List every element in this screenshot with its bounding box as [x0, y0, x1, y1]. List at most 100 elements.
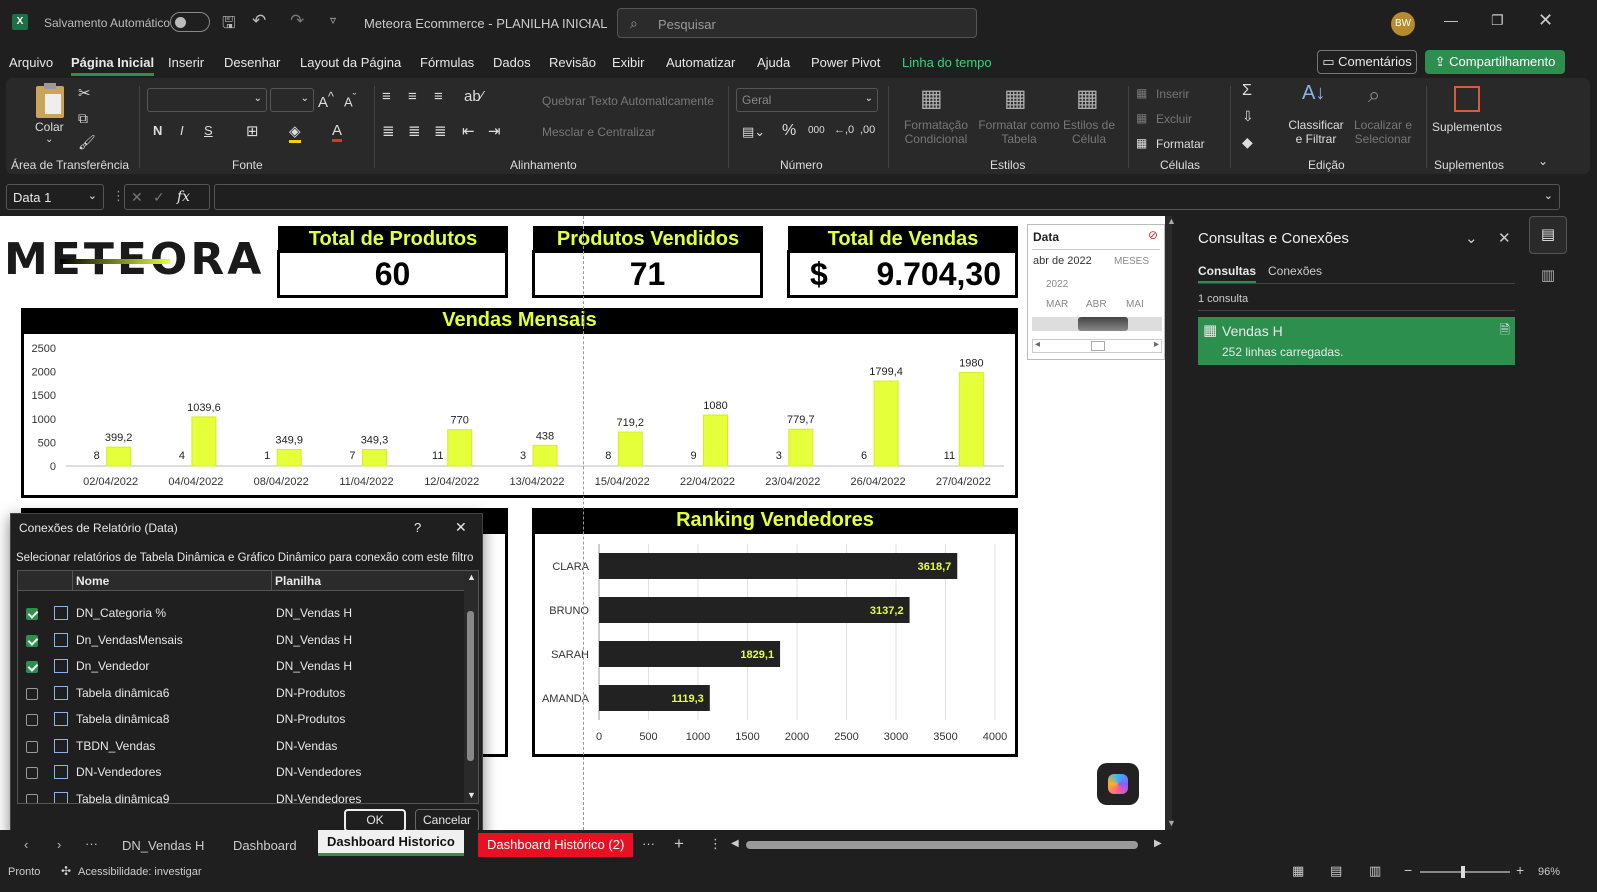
hscroll-left-icon[interactable]: ◀	[731, 838, 739, 849]
format-cells-button[interactable]: Formatar	[1156, 137, 1205, 151]
list-item[interactable]: Tabela dinâmica8 DN-Produtos	[18, 707, 460, 733]
tab-conexoes[interactable]: Conexões	[1268, 264, 1322, 278]
scroll-right-icon[interactable]: ▸	[1154, 339, 1159, 350]
paste-label[interactable]: Colar	[35, 120, 64, 134]
sheet-tab-dashboard-historico[interactable]: Dashboard Historico	[318, 830, 464, 856]
ranking-vendedores-chart[interactable]: 0 500 1000 1500 2000 2500 3000 3500 4000 3618,7 CL…	[532, 531, 1018, 757]
dialog-help-button[interactable]: ?	[414, 520, 421, 535]
dialog-close-icon[interactable]: ✕	[455, 519, 467, 536]
orientation-icon[interactable]: ab⁄	[464, 88, 483, 105]
menu-automatizar[interactable]: Automatizar	[666, 55, 735, 70]
row-checkbox[interactable]	[26, 714, 38, 726]
vertical-scrollbar[interactable]	[1165, 216, 1172, 830]
percent-icon[interactable]: %	[782, 122, 796, 140]
row-checkbox[interactable]	[26, 793, 38, 803]
list-item[interactable]: DN_Categoria % DN_Vendas H	[18, 601, 460, 627]
cancel-icon[interactable]: ✕	[131, 189, 143, 206]
row-checkbox[interactable]	[26, 661, 38, 673]
cell-styles-icon[interactable]: ▦	[1076, 84, 1099, 113]
slicer-month-mar[interactable]: MAR	[1046, 299, 1068, 310]
col-sheet-header[interactable]: Planilha	[275, 574, 321, 588]
menu-dados[interactable]: Dados	[493, 55, 531, 70]
accounting-icon[interactable]: ▤⌄	[742, 124, 765, 140]
format-table-button[interactable]: Formatar como Tabela	[976, 118, 1062, 146]
sort-filter-icon[interactable]: A↓	[1302, 82, 1325, 105]
list-item[interactable]: Tabela dinâmica9 DN-Vendedores	[18, 787, 460, 803]
comments-button[interactable]: ▭ Comentários	[1317, 50, 1417, 74]
paste-chevron-icon[interactable]: ⌄	[45, 134, 53, 145]
format-painter-icon[interactable]: 🖌	[78, 134, 96, 151]
document-title[interactable]: Meteora Ecommerce - PLANILHA INICIAL	[364, 16, 607, 31]
scroll-down-icon[interactable]: ▼	[467, 790, 476, 800]
fill-color-icon[interactable]: ◈	[289, 122, 301, 143]
align-left-icon[interactable]: ≣	[382, 122, 395, 140]
conditional-format-button[interactable]: Formatação Condicional	[896, 118, 976, 146]
font-size-select[interactable]: ⌄	[270, 88, 314, 112]
accessibility-icon[interactable]: ✣	[61, 864, 71, 878]
copy-icon[interactable]: ⧉	[78, 110, 88, 127]
hscroll-right-icon[interactable]: ▶	[1154, 838, 1162, 849]
sheet-tab-dn-vendas-h[interactable]: DN_Vendas H	[122, 838, 204, 853]
thousands-icon[interactable]: 000	[808, 125, 825, 136]
share-button[interactable]: ⇪ Compartilhamento	[1425, 50, 1565, 74]
add-sheet-icon[interactable]: +	[674, 834, 684, 854]
decrease-indent-icon[interactable]: ⇤	[462, 122, 475, 140]
zoom-slider[interactable]	[1420, 866, 1510, 878]
formula-input[interactable]: ⌄	[214, 184, 1560, 210]
font-name-select[interactable]: ⌄	[147, 88, 267, 112]
sheet-tab-dashboard[interactable]: Dashboard	[233, 838, 297, 853]
slicer-month-mai[interactable]: MAI	[1126, 299, 1144, 310]
minimize-icon[interactable]: —	[1444, 12, 1458, 28]
underline-icon[interactable]: S	[204, 123, 213, 138]
clear-icon[interactable]: ◆	[1242, 134, 1253, 151]
scroll-down-icon[interactable]: ▼	[1167, 818, 1176, 828]
font-color-icon[interactable]: A	[332, 122, 343, 142]
menu-arquivo[interactable]: Arquivo	[9, 55, 53, 70]
tab-prev-icon[interactable]: ‹	[24, 837, 28, 852]
find-select-icon[interactable]: ⌕	[1368, 82, 1380, 108]
find-select-button[interactable]: Localizar e Selecionar	[1348, 118, 1418, 146]
tab-overflow-icon[interactable]: ···	[642, 836, 655, 851]
ok-button[interactable]: OK	[344, 809, 406, 832]
menu-pagina-inicial[interactable]: Página Inicial	[71, 55, 155, 76]
conditional-format-icon[interactable]: ▦	[920, 84, 943, 113]
menu-power-pivot[interactable]: Power Pivot	[811, 55, 880, 70]
menu-ajuda[interactable]: Ajuda	[757, 55, 790, 70]
connections-list[interactable]: Nome Planilha DN_Categoria % DN_Vendas HD…	[17, 570, 479, 804]
row-checkbox[interactable]	[26, 608, 38, 620]
tab-more-icon[interactable]: ···	[85, 836, 98, 851]
panel-collapse-icon[interactable]: ⌄	[1465, 229, 1478, 247]
page-break-view-icon[interactable]: ▥	[1369, 863, 1381, 879]
format-cells-icon[interactable]: ▦	[1136, 136, 1147, 150]
bold-icon[interactable]: N	[153, 123, 162, 138]
delete-cells-button[interactable]: Excluir	[1156, 112, 1192, 126]
align-right-icon[interactable]: ≣	[434, 122, 447, 140]
menu-formulas[interactable]: Fórmulas	[420, 55, 474, 70]
redo-icon[interactable]: ↷	[290, 11, 304, 31]
clear-filter-icon[interactable]: ⊘	[1148, 228, 1158, 242]
menu-desenhar[interactable]: Desenhar	[224, 55, 280, 70]
save-icon[interactable]: 🖫	[222, 12, 236, 39]
autosave-toggle[interactable]	[170, 12, 210, 32]
addins-button[interactable]: Suplementos	[1432, 120, 1502, 134]
cancel-button[interactable]: Cancelar	[415, 809, 479, 832]
list-item[interactable]: Dn_Vendedor DN_Vendas H	[18, 654, 460, 680]
date-timeline-slicer[interactable]: Data ⊘ abr de 2022 MESES 2022 MAR ABR MA…	[1027, 224, 1165, 360]
menu-exibir[interactable]: Exibir	[612, 55, 645, 70]
slicer-month-abr[interactable]: ABR	[1086, 299, 1107, 310]
tab-next-icon[interactable]: ›	[57, 837, 61, 852]
list-scrollbar[interactable]: ▲ ▼	[464, 571, 478, 803]
row-checkbox[interactable]	[26, 767, 38, 779]
menu-linha-do-tempo[interactable]: Linha do tempo	[902, 55, 992, 70]
queries-pane-icon[interactable]: ▤	[1529, 216, 1567, 254]
insert-cells-icon[interactable]: ▦	[1136, 86, 1147, 100]
grow-font-icon[interactable]: A^	[318, 90, 334, 111]
align-top-icon[interactable]: ≡	[382, 88, 391, 105]
scroll-up-icon[interactable]: ▲	[1167, 216, 1176, 226]
slicer-selected-range[interactable]	[1078, 317, 1128, 331]
zoom-out-icon[interactable]: −	[1404, 862, 1412, 878]
refresh-icon[interactable]: 🗎	[1500, 321, 1510, 343]
zoom-level[interactable]: 96%	[1538, 866, 1560, 878]
shrink-font-icon[interactable]: Aˇ	[344, 92, 356, 109]
cell-styles-button[interactable]: Estilos de Célula	[1062, 118, 1116, 146]
